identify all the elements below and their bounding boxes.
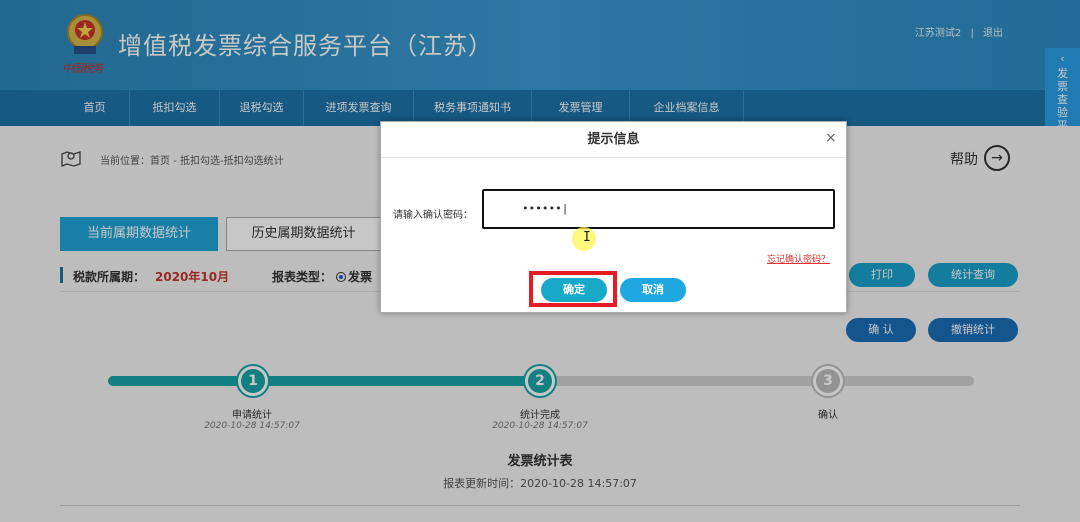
dialog-title: 提示信息 (381, 122, 846, 158)
password-value: ••••••| (522, 202, 569, 215)
ok-button-highlight (529, 271, 617, 307)
cancel-button[interactable]: 取消 (620, 278, 686, 302)
forget-password-link[interactable]: 忘记确认密码？ (767, 252, 830, 265)
text-cursor-icon: I (583, 230, 591, 245)
password-input[interactable]: ••••••| (482, 189, 835, 229)
close-icon[interactable]: × (825, 130, 837, 146)
password-label: 请输入确认密码： (393, 210, 473, 221)
